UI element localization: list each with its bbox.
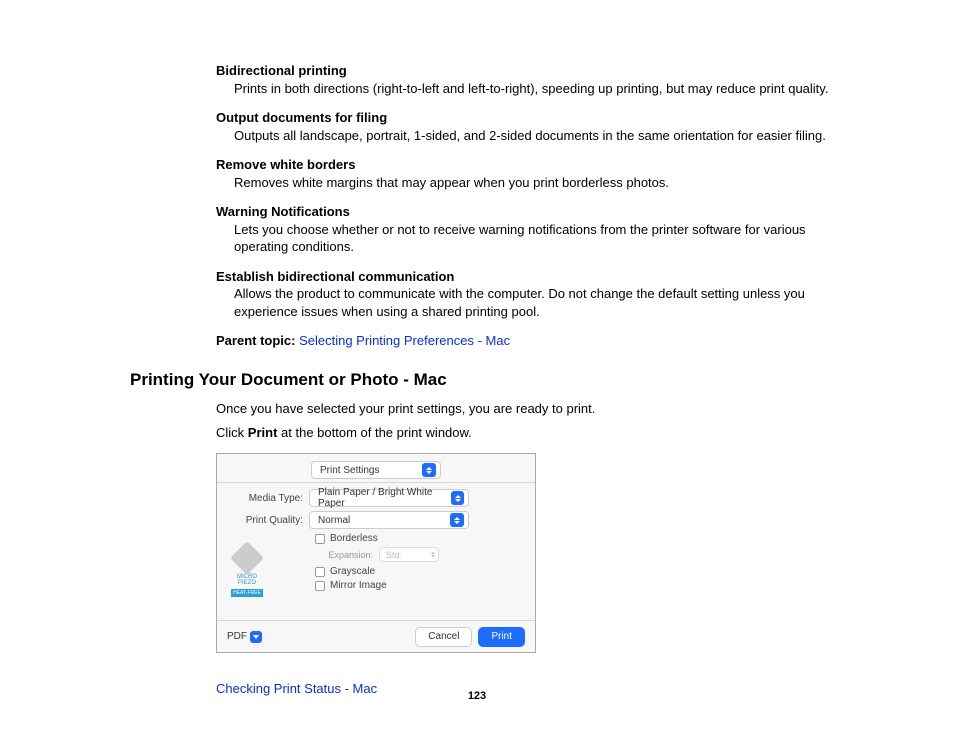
definition-establish-bidirectional: Establish bidirectional communication Al… xyxy=(130,268,854,321)
parent-topic: Parent topic: Selecting Printing Prefere… xyxy=(130,333,854,348)
updown-icon xyxy=(451,491,464,505)
chevron-down-icon xyxy=(250,631,262,643)
intro-line-2: Click Print at the bottom of the print w… xyxy=(130,424,854,443)
dropdown-value: Plain Paper / Bright White Paper xyxy=(318,487,451,509)
definition-term: Warning Notifications xyxy=(216,203,854,221)
pdf-dropdown-button[interactable]: PDF xyxy=(227,631,262,643)
intro-line-1: Once you have selected your print settin… xyxy=(130,400,854,419)
section-heading: Printing Your Document or Photo - Mac xyxy=(130,370,854,390)
micro-piezo-icon: MICRO PIEZO HEAT-FREE xyxy=(229,546,265,597)
definition-term: Output documents for filing xyxy=(216,109,854,127)
definition-remove-white-borders: Remove white borders Removes white margi… xyxy=(130,156,854,191)
borderless-checkbox[interactable] xyxy=(315,534,325,544)
page-number: 123 xyxy=(0,690,954,702)
media-type-label: Media Type: xyxy=(233,493,303,504)
definition-output-documents: Output documents for filing Outputs all … xyxy=(130,109,854,144)
dropdown-value: Normal xyxy=(318,515,350,526)
definition-body: Removes white margins that may appear wh… xyxy=(216,174,854,192)
print-button[interactable]: Print xyxy=(478,627,525,647)
icon-caption: MICRO PIEZO xyxy=(229,574,265,586)
checkbox-label: Grayscale xyxy=(330,566,375,577)
updown-icon xyxy=(422,463,436,477)
intro-bold: Print xyxy=(248,425,278,440)
pdf-label: PDF xyxy=(227,631,247,642)
dropdown-value: Std. xyxy=(386,550,402,560)
media-type-dropdown[interactable]: Plain Paper / Bright White Paper xyxy=(309,489,469,507)
updown-icon xyxy=(450,513,464,527)
parent-topic-link[interactable]: Selecting Printing Preferences - Mac xyxy=(299,333,510,348)
checkbox-label: Borderless xyxy=(330,533,378,544)
diamond-icon xyxy=(230,541,264,575)
expansion-label: Expansion: xyxy=(327,550,373,560)
print-settings-dropdown[interactable]: Print Settings xyxy=(311,461,441,479)
definition-warning-notifications: Warning Notifications Lets you choose wh… xyxy=(130,203,854,256)
print-dialog-screenshot: Print Settings Media Type: Plain Paper /… xyxy=(216,453,536,653)
dropdown-label: Print Settings xyxy=(320,465,379,476)
print-quality-dropdown[interactable]: Normal xyxy=(309,511,469,529)
definition-body: Allows the product to communicate with t… xyxy=(216,285,854,320)
definition-body: Lets you choose whether or not to receiv… xyxy=(216,221,854,256)
mirror-image-checkbox[interactable] xyxy=(315,581,325,591)
definition-bidirectional-printing: Bidirectional printing Prints in both di… xyxy=(130,62,854,97)
intro-text: Click xyxy=(216,425,248,440)
print-quality-label: Print Quality: xyxy=(233,515,303,526)
definition-term: Establish bidirectional communication xyxy=(216,268,854,286)
definition-term: Remove white borders xyxy=(216,156,854,174)
definition-body: Prints in both directions (right-to-left… xyxy=(216,80,854,98)
definition-body: Outputs all landscape, portrait, 1-sided… xyxy=(216,127,854,145)
button-label: Print xyxy=(491,631,512,642)
cancel-button[interactable]: Cancel xyxy=(415,627,472,647)
intro-text: at the bottom of the print window. xyxy=(277,425,471,440)
icon-caption: HEAT-FREE xyxy=(231,589,263,597)
updown-icon xyxy=(431,552,435,557)
button-label: Cancel xyxy=(428,631,459,642)
checkbox-label: Mirror Image xyxy=(330,580,387,591)
definition-term: Bidirectional printing xyxy=(216,62,854,80)
grayscale-checkbox[interactable] xyxy=(315,567,325,577)
expansion-dropdown: Std. xyxy=(379,547,439,562)
parent-topic-label: Parent topic: xyxy=(216,333,295,348)
